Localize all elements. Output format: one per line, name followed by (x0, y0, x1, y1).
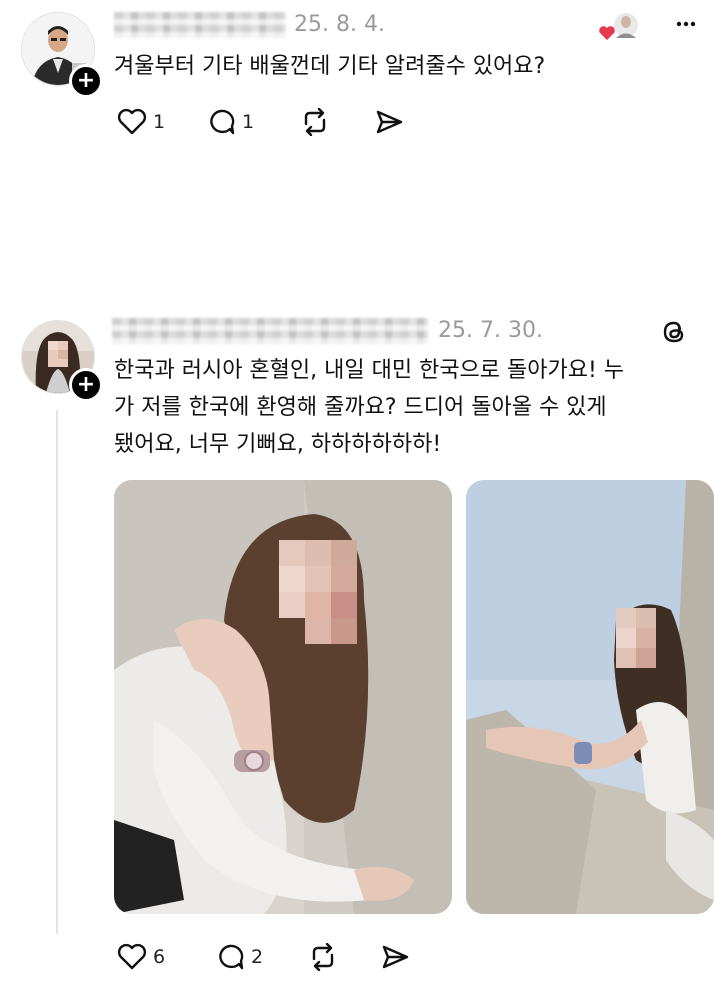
send-icon (376, 110, 403, 134)
repost-icon (312, 943, 334, 971)
heart-avatar-icon (599, 11, 640, 40)
heart-icon (117, 108, 147, 135)
comment-bubble-icon (219, 944, 244, 970)
share-button[interactable] (374, 108, 404, 136)
reply-button[interactable]: 2 (215, 943, 263, 971)
reply-count: 1 (242, 111, 255, 133)
post-body: 겨울부터 기타 배울껀데 기타 알려줄수 있어요? (114, 54, 546, 79)
face-mosaic (616, 608, 656, 668)
heart-icon (117, 943, 147, 970)
threads-icon (663, 321, 684, 343)
repost-button[interactable] (300, 108, 330, 136)
username-redacted[interactable] (114, 12, 286, 38)
repost-button[interactable] (308, 943, 338, 971)
ellipsis-icon (676, 21, 696, 27)
post-photo-1[interactable] (114, 480, 452, 914)
post-date: 25. 7. 30. (438, 318, 543, 343)
repost-icon (304, 108, 326, 136)
threads-logo[interactable] (660, 318, 688, 346)
share-button[interactable] (380, 943, 410, 971)
comment-bubble-icon (210, 109, 235, 135)
post-photo-2[interactable] (466, 480, 714, 914)
username-redacted[interactable] (112, 318, 428, 344)
send-icon (382, 945, 409, 969)
like-button[interactable]: 1 (117, 108, 165, 135)
like-count: 1 (153, 110, 166, 133)
more-options-button[interactable] (676, 14, 696, 34)
reply-button[interactable]: 1 (206, 108, 254, 136)
reply-count: 2 (251, 946, 264, 968)
photo-woman-on-rooftop (466, 480, 714, 914)
follow-plus-button[interactable]: + (69, 368, 103, 402)
like-count: 6 (153, 945, 166, 968)
follow-plus-button[interactable]: + (69, 64, 103, 98)
photo-woman-portrait (114, 480, 452, 914)
liked-by-indicator[interactable] (598, 10, 644, 42)
post-date: 25. 8. 4. (294, 12, 385, 37)
post-body: 한국과 러시아 혼혈인, 내일 대민 한국으로 돌아가요! 누 가 저를 한국에… (114, 358, 625, 457)
thread-connector-line (56, 410, 58, 934)
like-button[interactable]: 6 (117, 943, 165, 970)
